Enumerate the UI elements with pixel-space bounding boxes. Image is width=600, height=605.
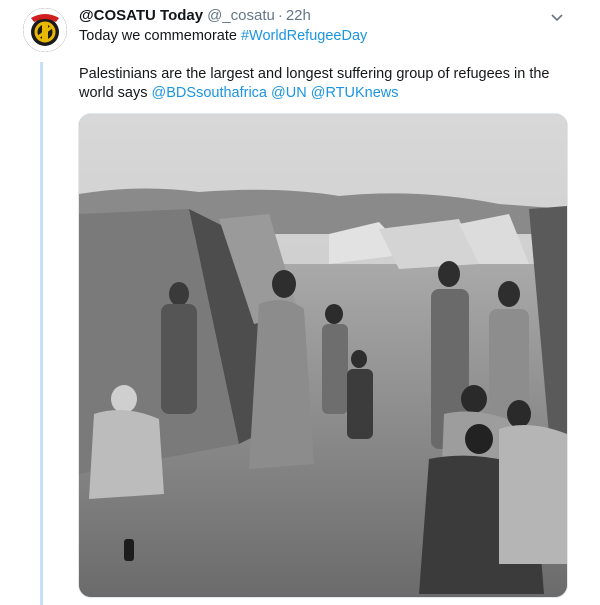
tweet-text: Today we commemorate #WorldRefugeeDay Pa… bbox=[79, 27, 579, 103]
cosatu-logo-icon bbox=[23, 8, 67, 52]
chevron-down-icon[interactable] bbox=[549, 10, 565, 26]
avatar[interactable] bbox=[23, 8, 67, 52]
mention-rtuknews[interactable]: @RTUKnews bbox=[311, 85, 399, 101]
tweet-line-1-text: Today we commemorate bbox=[79, 28, 241, 44]
hashtag-link[interactable]: #WorldRefugeeDay bbox=[241, 28, 367, 44]
tweet-line-2: Palestinians are the largest and longest… bbox=[79, 65, 579, 103]
mention-un[interactable]: @UN bbox=[271, 85, 307, 101]
tweet-body: @COSATU Today @_cosatu · 22h Today we co… bbox=[79, 6, 579, 103]
thread-connector-line bbox=[40, 62, 43, 605]
timestamp[interactable]: 22h bbox=[286, 6, 311, 26]
separator-dot: · bbox=[277, 7, 283, 24]
tweet-photo[interactable] bbox=[78, 113, 568, 598]
display-name[interactable]: @COSATU Today bbox=[79, 6, 203, 26]
refugee-camp-photo bbox=[79, 114, 567, 597]
mention-bdssouthafrica[interactable]: @BDSsouthafrica bbox=[152, 85, 267, 101]
tweet-line-1: Today we commemorate #WorldRefugeeDay bbox=[79, 27, 579, 46]
tweet-header: @COSATU Today @_cosatu · 22h bbox=[79, 6, 579, 26]
user-handle[interactable]: @_cosatu bbox=[207, 6, 275, 26]
